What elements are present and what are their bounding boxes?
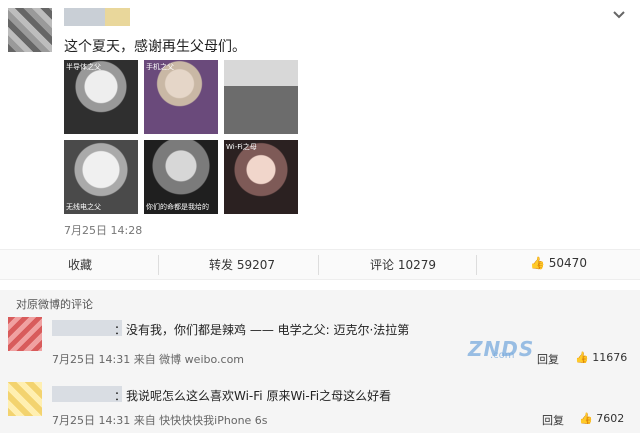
photo-4[interactable]: 无线电之父: [64, 140, 138, 214]
comment-meta: 7月25日 14:31 来自 微博 weibo.com: [52, 353, 245, 366]
photo-5[interactable]: 你们的命都是我给的: [144, 140, 218, 214]
reply-button[interactable]: 回复: [542, 412, 564, 428]
comment-like-button[interactable]: 👍 11676: [575, 351, 627, 364]
photo-caption: 半导体之父: [66, 63, 101, 71]
comment-username[interactable]: [52, 320, 122, 336]
like-count: 11676: [592, 351, 628, 364]
comments-title: 对原微博的评论: [16, 298, 93, 311]
comment-meta: 7月25日 14:31 来自 快快快快我iPhone 6s: [52, 414, 268, 427]
photo-grid: 半导体之父 手机之父 无线电之父 你们的命都是我给的 Wi-Fi之母: [64, 60, 299, 216]
post-timestamp[interactable]: 7月25日 14:28: [64, 222, 142, 238]
like-button[interactable]: 👍 50470: [530, 256, 587, 270]
post-text: 这个夏天，感谢再生父母们。: [64, 39, 246, 55]
photo-caption: 你们的命都是我给的: [146, 203, 209, 211]
avatar[interactable]: [8, 8, 52, 52]
reply-button[interactable]: 回复: [537, 351, 559, 367]
comment-text: ：我说呢怎么这么喜欢Wi-Fi 原来Wi-Fi之母这么好看: [114, 389, 392, 403]
like-count: 7602: [596, 412, 625, 425]
divider: [318, 255, 319, 275]
comment-like-button[interactable]: 👍 7602: [579, 412, 624, 425]
watermark-suffix: .com: [490, 350, 515, 361]
divider: [476, 255, 477, 275]
photo-6[interactable]: Wi-Fi之母: [224, 140, 298, 214]
thumb-up-icon: 👍: [530, 256, 545, 270]
post-actions-bar: 收藏 转发 59207 评论 10279 👍 50470: [0, 250, 640, 280]
username[interactable]: [64, 8, 130, 26]
photo-caption: Wi-Fi之母: [226, 143, 257, 151]
like-count: 50470: [548, 256, 587, 270]
chevron-down-icon[interactable]: [612, 10, 626, 20]
divider: [158, 255, 159, 275]
photo-1[interactable]: 半导体之父: [64, 60, 138, 134]
comment-button[interactable]: 评论 10279: [370, 256, 436, 273]
photo-caption: 手机之父: [146, 63, 174, 71]
photo-caption: 无线电之父: [66, 203, 101, 211]
comment-text: ：没有我，你们都是辣鸡 —— 电学之父: 迈克尔·法拉第: [114, 323, 410, 337]
favorite-button[interactable]: 收藏: [68, 256, 92, 273]
avatar[interactable]: [8, 317, 42, 351]
weibo-post: 这个夏天，感谢再生父母们。 半导体之父 手机之父 无线电之父 你们的命都是我给的…: [0, 0, 640, 250]
thumb-up-icon: 👍: [579, 412, 593, 425]
photo-2[interactable]: 手机之父: [144, 60, 218, 134]
avatar[interactable]: [8, 382, 42, 416]
thumb-up-icon: 👍: [575, 351, 589, 364]
comment-username[interactable]: [52, 386, 122, 402]
repost-button[interactable]: 转发 59207: [209, 256, 275, 273]
comment-section: 对原微博的评论 ：没有我，你们都是辣鸡 —— 电学之父: 迈克尔·法拉第 7月2…: [0, 290, 640, 433]
photo-3[interactable]: [224, 60, 298, 134]
